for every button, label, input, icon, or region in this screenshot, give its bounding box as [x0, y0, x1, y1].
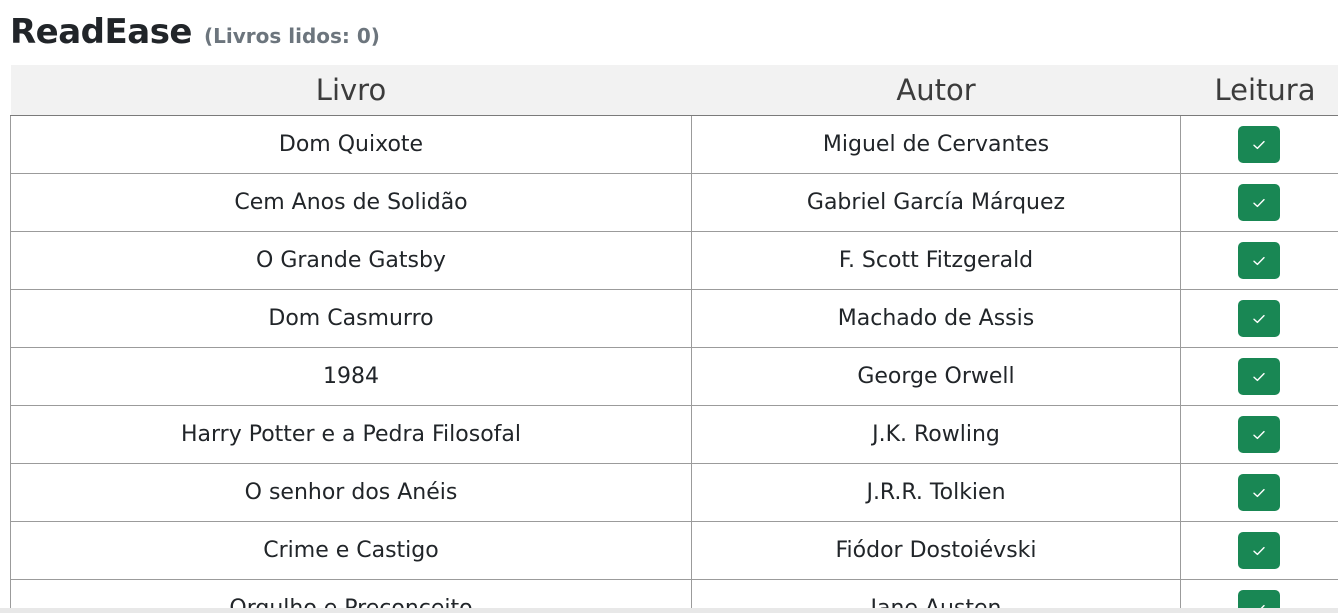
- check-icon: [1253, 546, 1265, 555]
- book-title-cell: Cem Anos de Solidão: [10, 173, 692, 232]
- reading-cell: [1180, 289, 1338, 348]
- page-header: ReadEase (Livros lidos: 0): [10, 12, 380, 62]
- book-author-cell: Fiódor Dostoiévski: [691, 521, 1181, 580]
- mark-read-button[interactable]: [1238, 242, 1280, 279]
- book-author-cell: F. Scott Fitzgerald: [691, 231, 1181, 290]
- mark-read-button[interactable]: [1238, 474, 1280, 511]
- column-header-reading: Leitura: [1180, 65, 1338, 116]
- horizontal-scrollbar[interactable]: [0, 608, 1338, 613]
- table-row: Harry Potter e a Pedra Filosofal J.K. Row…: [10, 405, 1338, 464]
- mark-read-button[interactable]: [1238, 184, 1280, 221]
- app-title: ReadEase: [10, 12, 193, 52]
- book-title-cell: 1984: [10, 347, 692, 406]
- check-icon: [1253, 430, 1265, 439]
- book-author-cell: Miguel de Cervantes: [691, 115, 1181, 174]
- book-author-cell: Gabriel García Márquez: [691, 173, 1181, 232]
- table-row: Dom Casmurro Machado de Assis: [10, 289, 1338, 348]
- table-row: O senhor dos Anéis J.R.R. Tolkien: [10, 463, 1338, 522]
- book-title-cell: Harry Potter e a Pedra Filosofal: [10, 405, 692, 464]
- check-icon: [1253, 198, 1265, 207]
- book-title-cell: O senhor dos Anéis: [10, 463, 692, 522]
- column-header-book: Livro: [10, 65, 692, 116]
- mark-read-button[interactable]: [1238, 126, 1280, 163]
- table-row: Dom Quixote Miguel de Cervantes: [10, 115, 1338, 174]
- mark-read-button[interactable]: [1238, 358, 1280, 395]
- reading-cell: [1180, 347, 1338, 406]
- book-title-cell: Dom Quixote: [10, 115, 692, 174]
- reading-cell: [1180, 521, 1338, 580]
- book-author-cell: George Orwell: [691, 347, 1181, 406]
- mark-read-button[interactable]: [1238, 300, 1280, 337]
- book-author-cell: J.R.R. Tolkien: [691, 463, 1181, 522]
- books-table: Livro Autor Leitura Dom Quixote Miguel de…: [10, 65, 1338, 613]
- book-title-cell: Crime e Castigo: [10, 521, 692, 580]
- check-icon: [1253, 140, 1265, 149]
- column-header-author: Autor: [691, 65, 1181, 116]
- reading-cell: [1180, 115, 1338, 174]
- mark-read-button[interactable]: [1238, 416, 1280, 453]
- table-row: O Grande Gatsby F. Scott Fitzgerald: [10, 231, 1338, 290]
- book-title-cell: O Grande Gatsby: [10, 231, 692, 290]
- reading-cell: [1180, 405, 1338, 464]
- book-author-cell: J.K. Rowling: [691, 405, 1181, 464]
- table-header-row: Livro Autor Leitura: [10, 65, 1338, 116]
- check-icon: [1253, 372, 1265, 381]
- reading-cell: [1180, 173, 1338, 232]
- reading-cell: [1180, 463, 1338, 522]
- table-row: 1984 George Orwell: [10, 347, 1338, 406]
- reading-cell: [1180, 231, 1338, 290]
- book-author-cell: Machado de Assis: [691, 289, 1181, 348]
- book-title-cell: Dom Casmurro: [10, 289, 692, 348]
- check-icon: [1253, 256, 1265, 265]
- mark-read-button[interactable]: [1238, 532, 1280, 569]
- check-icon: [1253, 488, 1265, 497]
- check-icon: [1253, 314, 1265, 323]
- table-row: Crime e Castigo Fiódor Dostoiévski: [10, 521, 1338, 580]
- read-count-label: (Livros lidos: 0): [204, 24, 380, 48]
- table-row: Cem Anos de Solidão Gabriel García Márque…: [10, 173, 1338, 232]
- books-table-container[interactable]: Livro Autor Leitura Dom Quixote Miguel de…: [10, 65, 1338, 613]
